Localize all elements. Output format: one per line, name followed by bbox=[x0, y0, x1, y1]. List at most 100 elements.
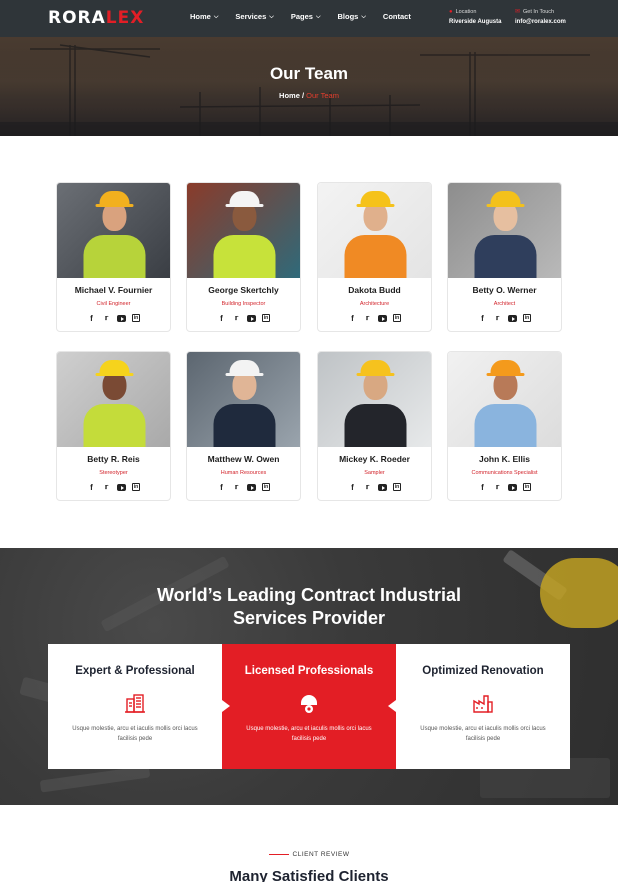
facebook-icon[interactable]: f bbox=[217, 483, 226, 492]
twitter-icon[interactable]: 𝕣 bbox=[363, 314, 372, 323]
nav-label: Home bbox=[190, 12, 211, 21]
nav-label: Contact bbox=[382, 12, 411, 21]
team-card[interactable]: Dakota Budd Architecture f 𝕣 in bbox=[317, 182, 432, 332]
youtube-icon[interactable] bbox=[247, 484, 256, 491]
nav-item-home[interactable]: Home ⌵ bbox=[190, 12, 218, 22]
team-member-role: Stereotyper bbox=[99, 470, 128, 476]
contact-label: Get In Touch bbox=[523, 9, 555, 15]
twitter-icon[interactable]: 𝕣 bbox=[363, 483, 372, 492]
services-title-line2: Services Provider bbox=[232, 608, 386, 628]
site-header: RORALEX Home ⌵ Services ⌵ Pages ⌵ Blogs ⌵ Co… bbox=[0, 0, 618, 37]
team-photo bbox=[187, 183, 300, 278]
twitter-icon[interactable]: 𝕣 bbox=[232, 314, 241, 323]
chevron-down-icon: ⌵ bbox=[213, 14, 219, 20]
youtube-icon[interactable] bbox=[117, 484, 126, 491]
services-title-line1: World’s Leading Contract Industrial bbox=[156, 585, 462, 605]
social-links: f 𝕣 in bbox=[448, 483, 561, 492]
tag-line bbox=[268, 853, 289, 856]
nav-label: Services bbox=[235, 12, 267, 21]
team-card[interactable]: Michael V. Fournier Civil Engineer f 𝕣 in bbox=[56, 182, 171, 332]
team-card[interactable]: John K. Ellis Communications Specialist f 𝕣… bbox=[447, 351, 562, 501]
review-tag-label: CLIENT REVIEW bbox=[292, 851, 350, 858]
social-links: f 𝕣 in bbox=[187, 483, 300, 492]
team-photo bbox=[318, 183, 431, 278]
header-location: ● Location Riverside Augusta bbox=[449, 8, 501, 26]
team-member-role: Civil Engineer bbox=[96, 301, 131, 307]
team-photo bbox=[187, 352, 300, 447]
social-links: f 𝕣 in bbox=[448, 314, 561, 323]
linkedin-icon[interactable]: in bbox=[132, 314, 140, 322]
linkedin-icon[interactable]: in bbox=[262, 483, 270, 491]
team-card[interactable]: Matthew W. Owen Human Resources f 𝕣 in bbox=[186, 351, 301, 501]
team-member-name: Betty O. Werner bbox=[472, 285, 537, 295]
team-member-name: Mickey K. Roeder bbox=[339, 454, 410, 464]
team-member-name: Michael V. Fournier bbox=[74, 285, 153, 295]
youtube-icon[interactable] bbox=[117, 315, 126, 322]
twitter-icon[interactable]: 𝕣 bbox=[232, 483, 241, 492]
banner-overlay bbox=[0, 37, 618, 136]
linkedin-icon[interactable]: in bbox=[523, 314, 531, 322]
facebook-icon[interactable]: f bbox=[478, 314, 487, 323]
facebook-icon[interactable]: f bbox=[217, 314, 226, 323]
nav-item-services[interactable]: Services ⌵ bbox=[235, 12, 273, 22]
linkedin-icon[interactable]: in bbox=[132, 483, 140, 491]
nav-item-blogs[interactable]: Blogs ⌵ bbox=[338, 12, 366, 22]
page: RORALEX Home ⌵ Services ⌵ Pages ⌵ Blogs ⌵ Co… bbox=[0, 0, 618, 882]
facebook-icon[interactable]: f bbox=[348, 483, 357, 492]
hardhat-gear-icon bbox=[301, 695, 317, 713]
team-member-role: Architecture bbox=[359, 301, 390, 307]
service-title: Optimized Renovation bbox=[422, 665, 544, 677]
twitter-icon[interactable]: 𝕣 bbox=[102, 483, 111, 492]
twitter-icon[interactable]: 𝕣 bbox=[493, 314, 502, 323]
logo-main: RORA bbox=[48, 8, 106, 28]
team-member-role: Communications Specialist bbox=[471, 470, 538, 476]
youtube-icon[interactable] bbox=[378, 315, 387, 322]
breadcrumb-home[interactable]: Home bbox=[279, 91, 300, 100]
logo-accent: LEX bbox=[105, 8, 145, 28]
youtube-icon[interactable] bbox=[247, 315, 256, 322]
social-links: f 𝕣 in bbox=[187, 314, 300, 323]
twitter-icon[interactable]: 𝕣 bbox=[102, 314, 111, 323]
team-photo bbox=[448, 352, 561, 447]
youtube-icon[interactable] bbox=[508, 315, 517, 322]
twitter-icon[interactable]: 𝕣 bbox=[493, 483, 502, 492]
linkedin-icon[interactable]: in bbox=[262, 314, 270, 322]
facebook-icon[interactable]: f bbox=[87, 314, 96, 323]
team-card[interactable]: Mickey K. Roeder Sampler f 𝕣 in bbox=[317, 351, 432, 501]
main-nav: Home ⌵ Services ⌵ Pages ⌵ Blogs ⌵ Contact bbox=[190, 12, 428, 22]
youtube-icon[interactable] bbox=[378, 484, 387, 491]
team-card[interactable]: George Skertchly Building Inspector f 𝕣 in bbox=[186, 182, 301, 332]
chevron-down-icon: ⌵ bbox=[361, 14, 366, 20]
page-banner: Our Team Home / Our Team bbox=[0, 37, 618, 136]
facebook-icon[interactable]: f bbox=[478, 483, 487, 492]
facebook-icon[interactable]: f bbox=[87, 483, 96, 492]
logo[interactable]: RORALEX bbox=[48, 8, 144, 28]
team-member-role: Human Resources bbox=[220, 470, 267, 476]
envelope-icon: ✉ bbox=[515, 9, 521, 15]
team-photo bbox=[57, 183, 170, 278]
linkedin-icon[interactable]: in bbox=[523, 483, 531, 491]
team-member-name: Matthew W. Owen bbox=[207, 454, 280, 464]
service-card-licensed[interactable]: Licensed Professionals Usque molestie, a… bbox=[222, 644, 396, 769]
service-card-renovation[interactable]: Optimized Renovation Usque molestie, arc… bbox=[396, 644, 570, 769]
chevron-down-icon: ⌵ bbox=[315, 14, 321, 20]
nav-label: Blogs bbox=[337, 12, 359, 21]
facebook-icon[interactable]: f bbox=[348, 314, 357, 323]
social-links: f 𝕣 in bbox=[318, 314, 431, 323]
review-title: Many Satisfied Clients bbox=[229, 868, 389, 882]
linkedin-icon[interactable]: in bbox=[393, 483, 401, 491]
team-card[interactable]: Betty O. Werner Architect f 𝕣 in bbox=[447, 182, 562, 332]
service-desc: Usque molestie, arcu et iaculis mollis o… bbox=[246, 726, 372, 742]
youtube-icon[interactable] bbox=[508, 484, 517, 491]
page-title: Our Team bbox=[269, 64, 349, 83]
service-card-expert[interactable]: Expert & Professional Usque molestie, ar… bbox=[48, 644, 222, 769]
social-links: f 𝕣 in bbox=[57, 483, 170, 492]
linkedin-icon[interactable]: in bbox=[393, 314, 401, 322]
nav-item-pages[interactable]: Pages ⌵ bbox=[291, 12, 321, 22]
team-card[interactable]: Betty R. Reis Stereotyper f 𝕣 in bbox=[56, 351, 171, 501]
contact-email[interactable]: info@roralex.com bbox=[515, 18, 566, 26]
chevron-down-icon: ⌵ bbox=[269, 14, 274, 20]
team-member-name: John K. Ellis bbox=[478, 454, 530, 464]
nav-item-contact[interactable]: Contact bbox=[383, 12, 411, 22]
team-member-role: Sampler bbox=[364, 470, 385, 476]
